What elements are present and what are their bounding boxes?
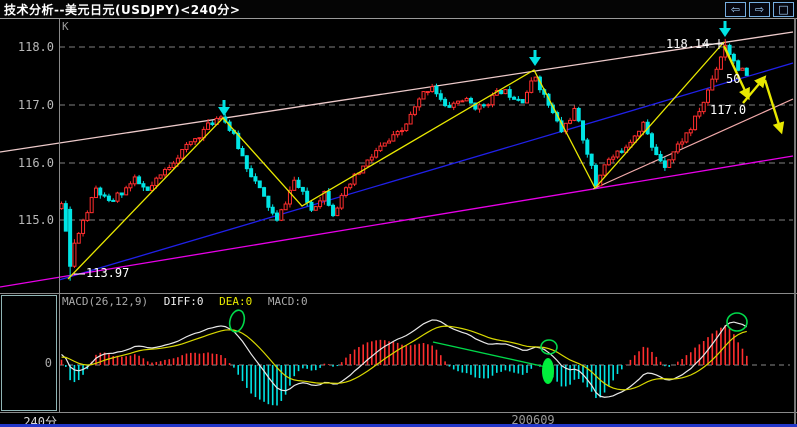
macd-zero-label: 0 bbox=[44, 356, 52, 370]
window-right-border bbox=[794, 18, 796, 427]
maximize-button[interactable]: □ bbox=[773, 2, 794, 17]
panel-separator bbox=[0, 293, 797, 294]
y-axis-tick: 118.0 bbox=[17, 40, 54, 54]
axis-border bbox=[59, 19, 60, 412]
y-axis-tick: 116.0 bbox=[17, 156, 54, 170]
chart-type-label: K bbox=[62, 20, 69, 33]
macd-chart-canvas[interactable] bbox=[0, 294, 797, 424]
price-annotation: 118.14 bbox=[666, 37, 710, 51]
macd-axis-box: 0 bbox=[1, 295, 57, 411]
macd-params-label: MACD(26,12,9) bbox=[62, 295, 149, 308]
back-arrow-button[interactable]: ⇦ bbox=[725, 2, 746, 17]
title-separator bbox=[0, 18, 797, 19]
forward-arrow-button[interactable]: ⇨ bbox=[749, 2, 770, 17]
window-title: 技术分析--美元日元(USDJPY)<240分> bbox=[4, 3, 241, 17]
macd-header: MACD(26,12,9) DIFF:0 DEA:0 MACD:0 bbox=[62, 295, 308, 308]
y-axis-tick: 115.0 bbox=[17, 213, 54, 227]
toolbar: ⇦ ⇨ □ bbox=[725, 2, 794, 17]
y-axis-tick: 117.0 bbox=[17, 98, 54, 112]
title-bar: 技术分析--美元日元(USDJPY)<240分> ⇦ ⇨ □ bbox=[0, 0, 797, 18]
diff-value-label: DIFF:0 bbox=[163, 295, 204, 308]
technical-analysis-window: 技术分析--美元日元(USDJPY)<240分> ⇦ ⇨ □ K 118.0 1… bbox=[0, 0, 797, 427]
price-annotation: 50 bbox=[726, 72, 741, 86]
price-chart-canvas[interactable] bbox=[0, 19, 797, 294]
price-annotation: 113.97 bbox=[86, 266, 130, 280]
bottom-separator bbox=[0, 412, 797, 413]
dea-value-label: DEA:0 bbox=[219, 295, 253, 308]
macd-value-label: MACD:0 bbox=[267, 295, 308, 308]
price-annotation: 117.0 bbox=[710, 103, 747, 117]
